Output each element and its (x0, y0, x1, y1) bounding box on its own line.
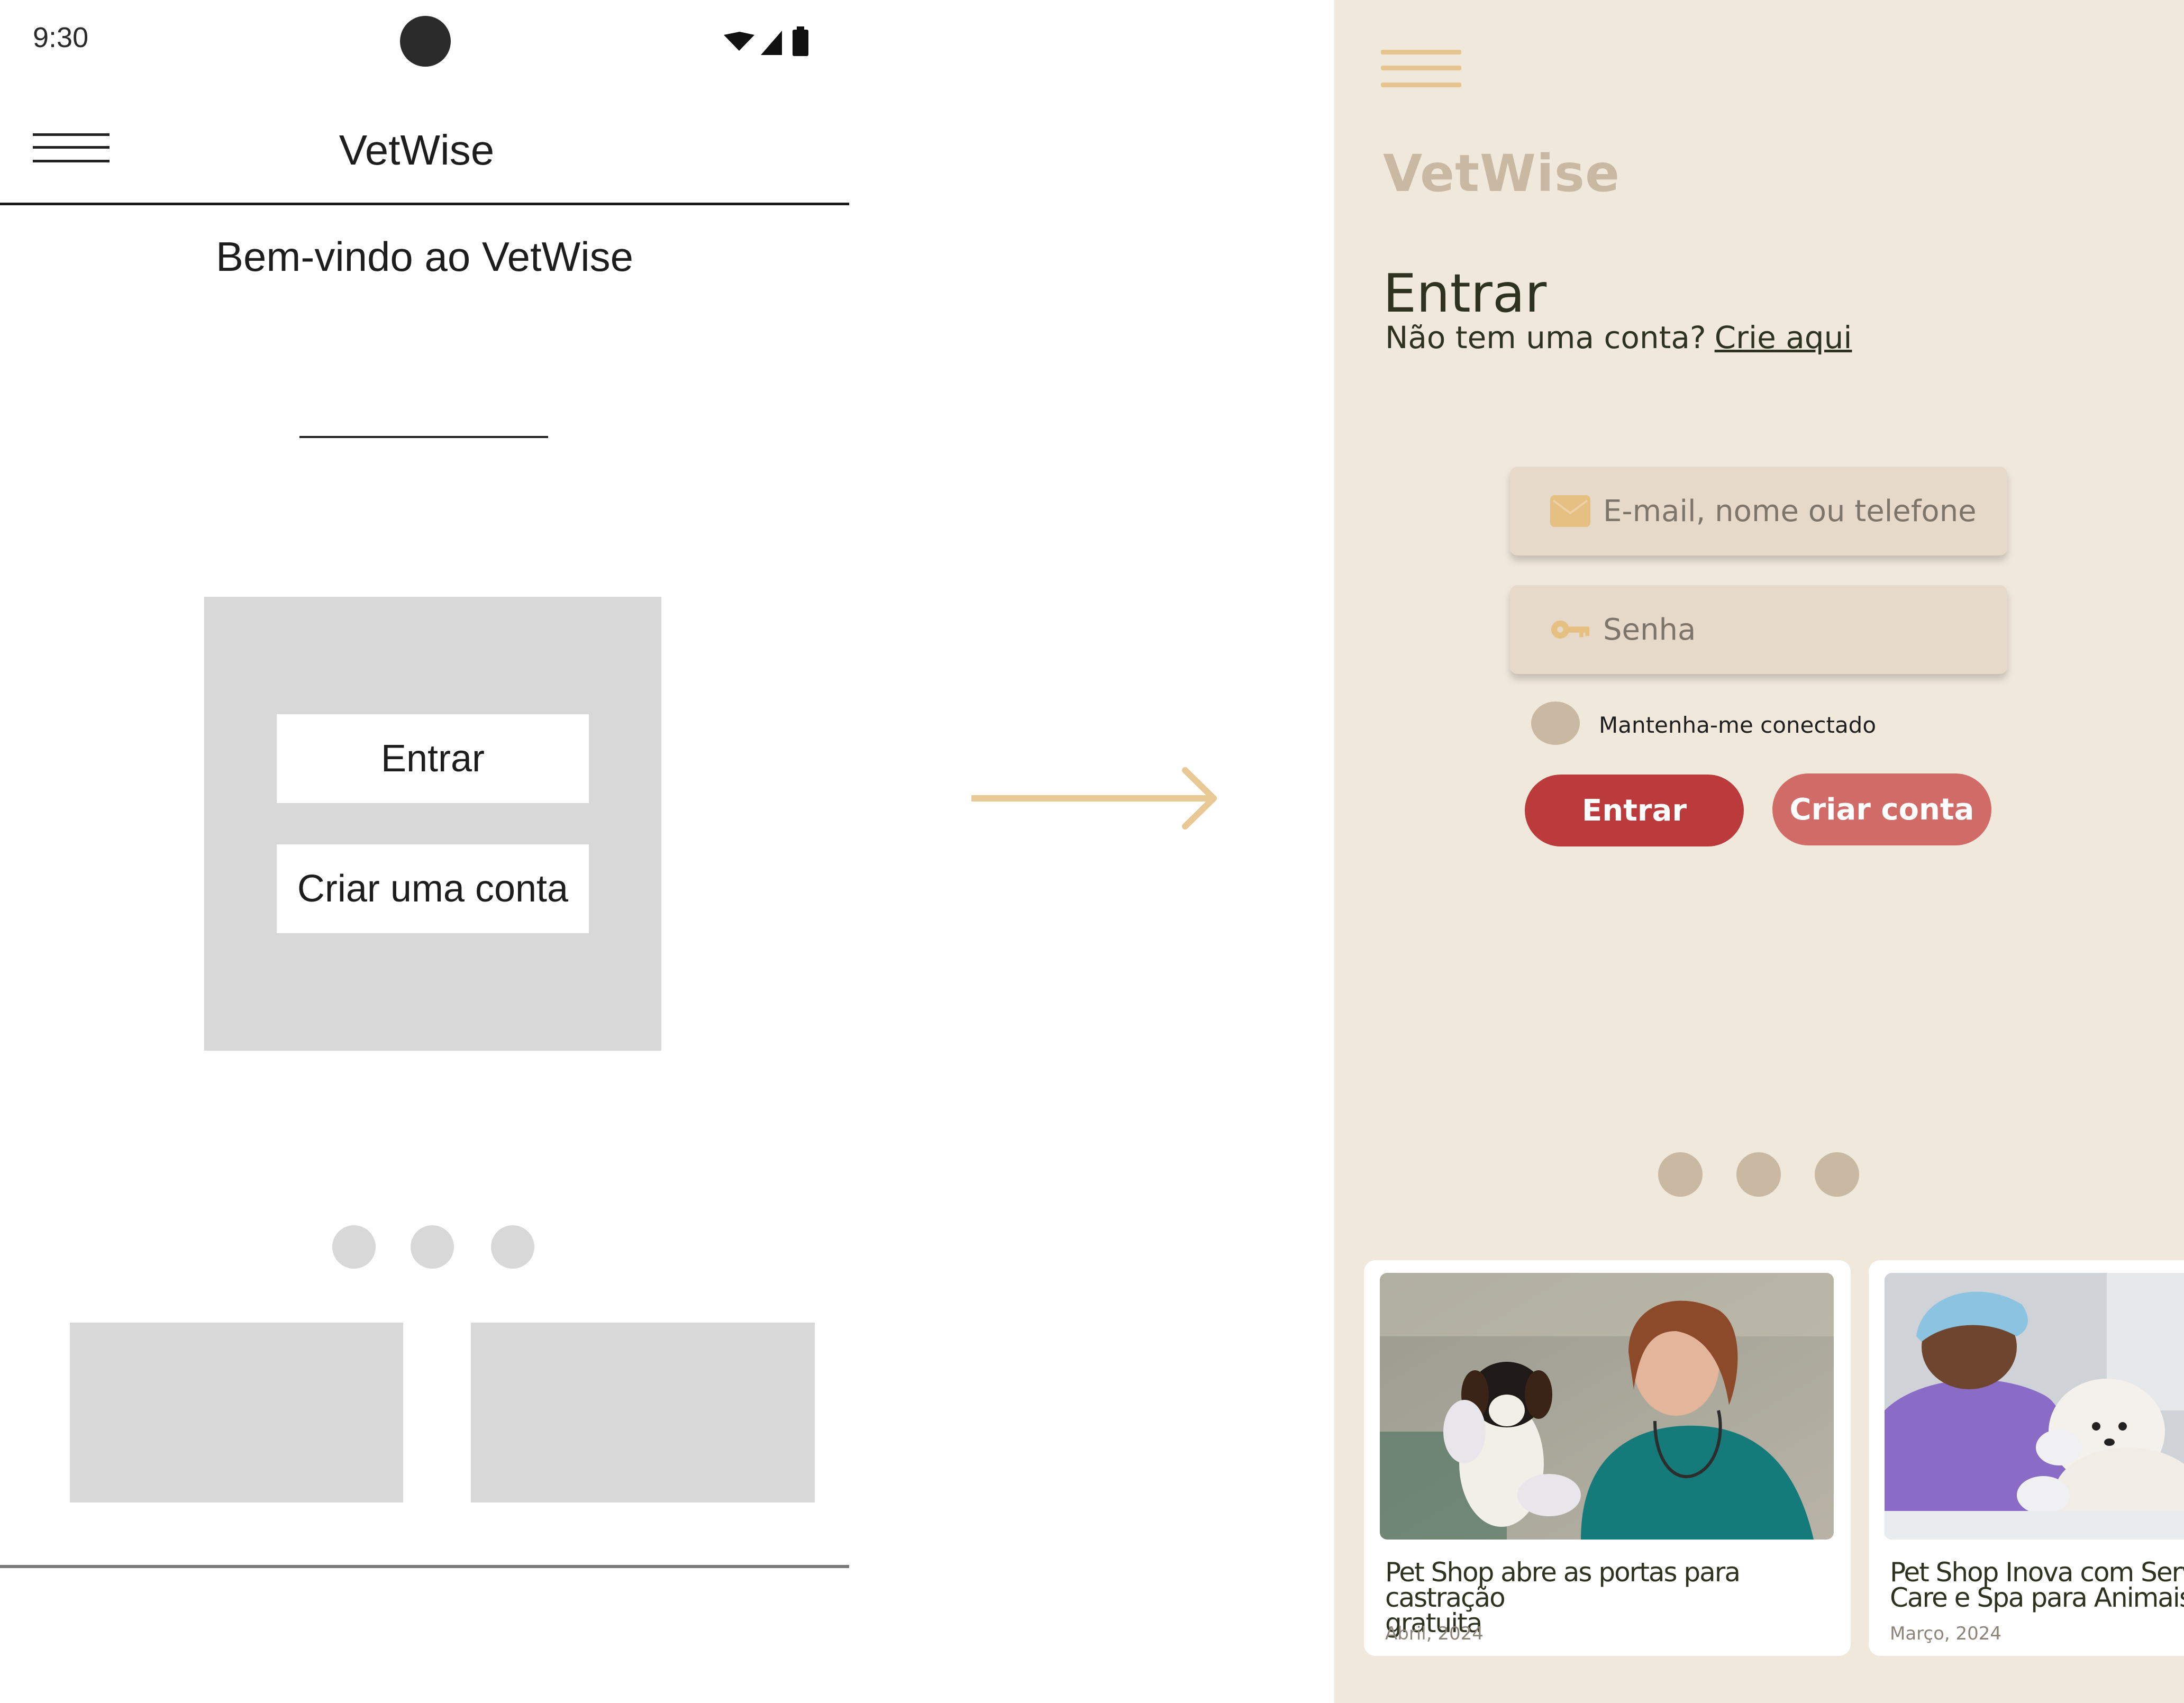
carousel-dot[interactable] (1736, 1152, 1781, 1197)
news-title-line: Pet Shop Inova com Serviç (1890, 1557, 2184, 1588)
right-arrow-icon (971, 767, 1217, 830)
login-button[interactable]: Entrar (277, 714, 589, 803)
news-title-line: Care e Spa para Animais (1890, 1582, 2184, 1613)
create-account-button[interactable]: Criar uma conta (277, 844, 589, 933)
create-account-button[interactable]: Criar conta (1772, 773, 1991, 845)
create-account-link[interactable]: Crie aqui (1715, 320, 1852, 356)
battery-icon (793, 30, 808, 56)
menu-icon[interactable] (1334, 45, 1472, 98)
system-status-icons (724, 26, 808, 56)
input-placeholder-line (299, 436, 548, 438)
login-mockup-screen: VetWise Entrar Não tem uma conta? Crie aq… (1334, 0, 2184, 1703)
key-icon (1550, 613, 1590, 646)
login-panel: Entrar Criar uma conta (204, 597, 661, 1051)
password-field[interactable]: Senha (1510, 585, 2007, 674)
news-card[interactable]: Pet Shop abre as portas para castração g… (1364, 1260, 1851, 1656)
camera-cutout (400, 16, 451, 67)
carousel-dot[interactable] (1658, 1152, 1703, 1197)
news-title: Pet Shop Inova com Serviç Care e Spa par… (1890, 1557, 2184, 1613)
vet-with-puppy-image (1380, 1273, 1834, 1540)
vet-with-dog-image (1885, 1273, 2184, 1540)
news-card-placeholder[interactable] (471, 1323, 815, 1502)
no-account-text: Não tem uma conta? (1385, 320, 1706, 356)
mail-icon (1550, 495, 1590, 527)
page-title: Entrar (1383, 262, 1547, 324)
email-field[interactable]: E-mail, nome ou telefone (1510, 467, 2007, 555)
news-date: Março, 2024 (1890, 1623, 2002, 1644)
news-card-placeholder[interactable] (70, 1323, 403, 1502)
carousel-dot[interactable] (1815, 1152, 1859, 1197)
wireframe-screen: 9:30 VetWise Bem-vindo ao VetWise Entrar… (0, 0, 849, 1703)
brand-logo-text: VetWise (1383, 144, 1621, 203)
carousel-dot[interactable] (491, 1225, 534, 1269)
bottom-divider (0, 1565, 849, 1568)
keep-connected-toggle[interactable] (1531, 702, 1580, 745)
welcome-heading: Bem-vindo ao VetWise (215, 233, 634, 280)
keep-connected-label: Mantenha-me conectado (1599, 712, 1877, 738)
carousel-dot[interactable] (411, 1225, 454, 1269)
news-card[interactable]: Pet Shop Inova com Serviç Care e Spa par… (1869, 1260, 2184, 1656)
app-title: VetWise (339, 126, 495, 174)
wifi-icon (724, 32, 754, 51)
status-time: 9:30 (33, 22, 89, 53)
carousel-dot[interactable] (332, 1225, 376, 1269)
password-placeholder: Senha (1603, 612, 1696, 647)
news-date: Abril, 2024 (1385, 1623, 1484, 1644)
signup-prompt: Não tem uma conta? Crie aqui (1385, 320, 1852, 356)
header-divider (0, 203, 849, 205)
email-placeholder: E-mail, nome ou telefone (1603, 494, 1977, 529)
news-title-line: Pet Shop abre as portas para castração (1385, 1557, 1741, 1613)
login-button[interactable]: Entrar (1525, 775, 1744, 846)
signal-icon (761, 31, 782, 55)
